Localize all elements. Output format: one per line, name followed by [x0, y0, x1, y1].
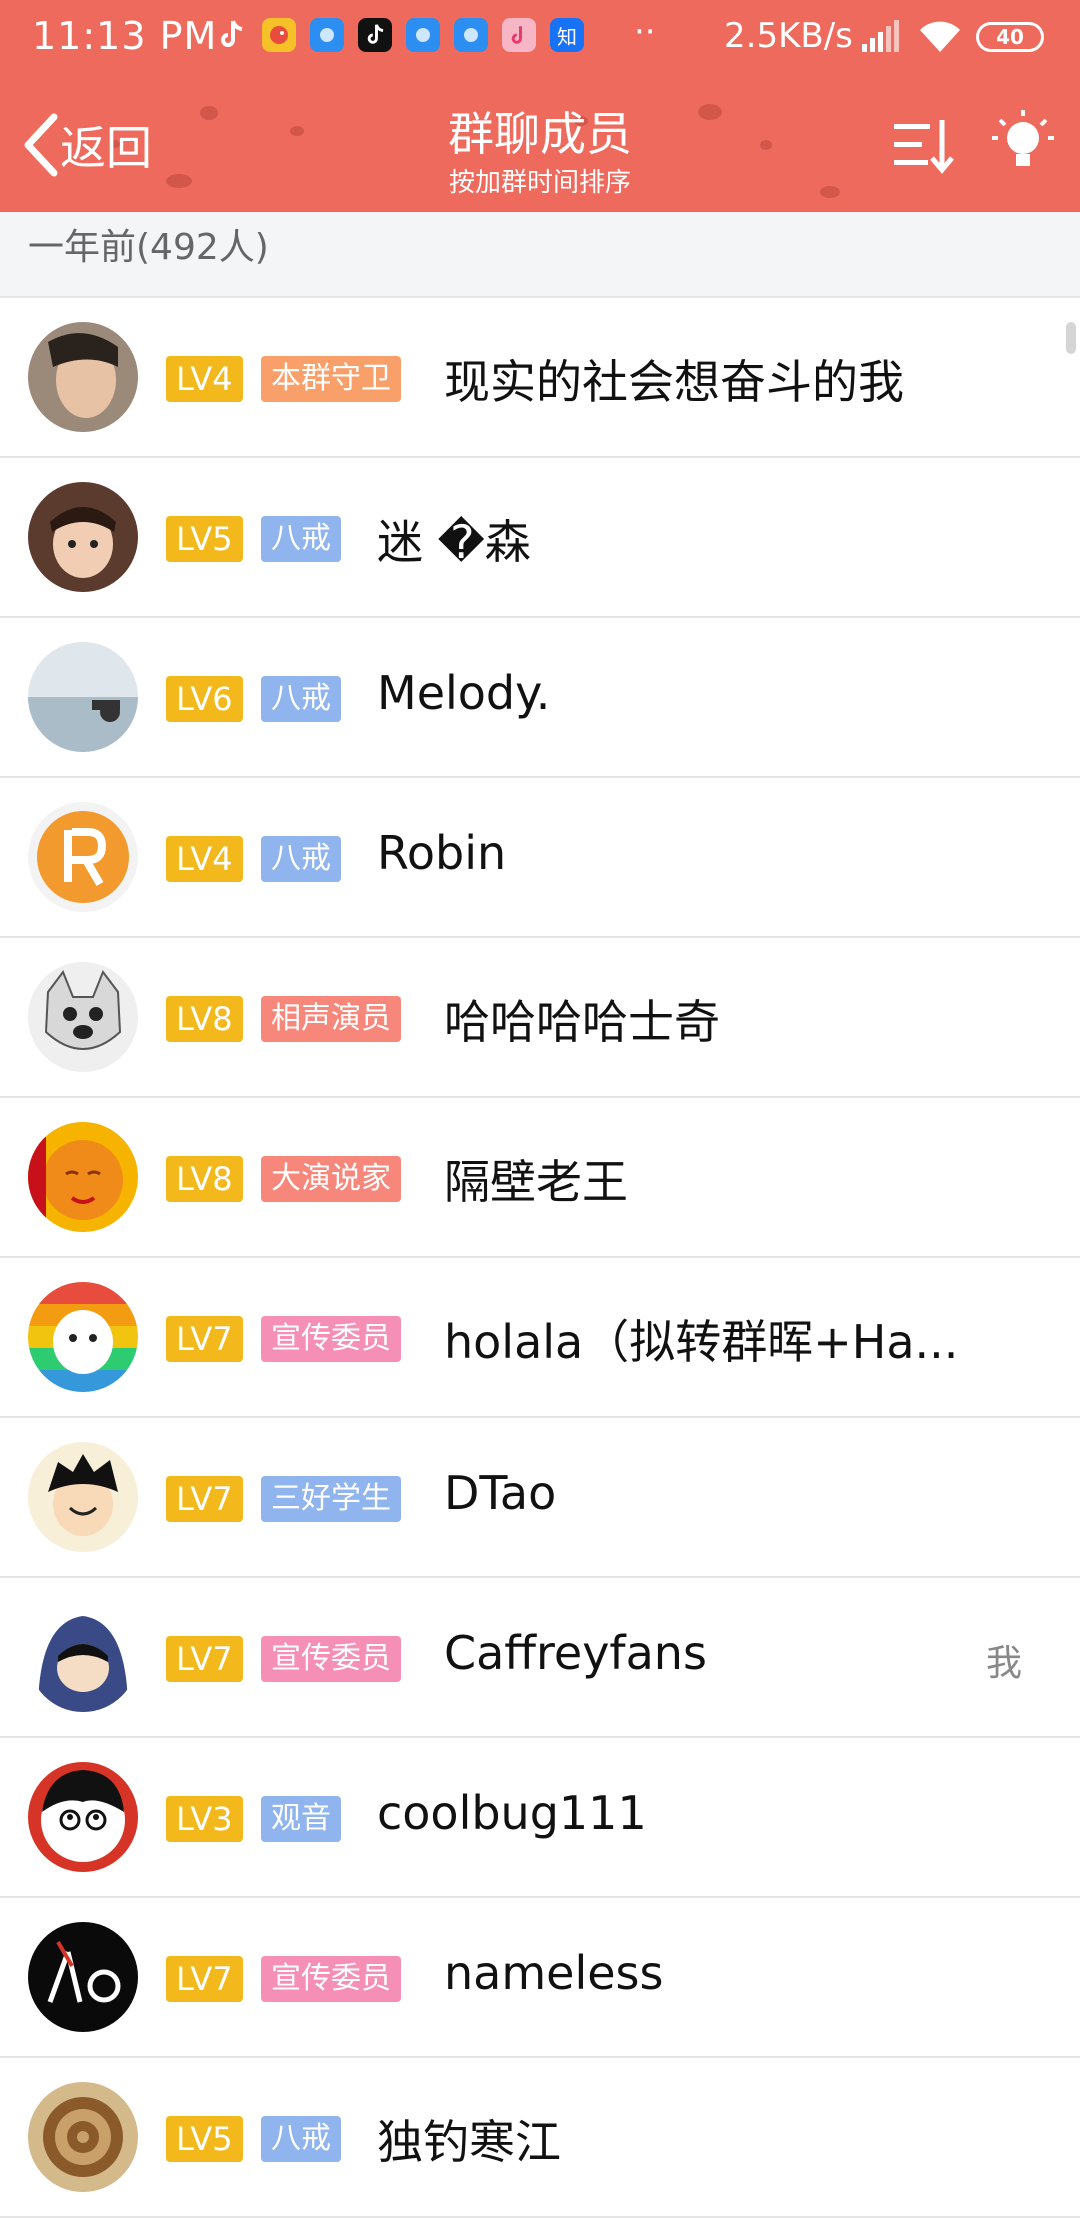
member-title-badge: 宣传委员 — [261, 1636, 401, 1682]
tiktok-icon — [214, 18, 248, 52]
zhihu-icon: 知 — [550, 18, 584, 52]
member-title-badge: 本群守卫 — [261, 356, 401, 402]
member-name: Melody. — [377, 666, 551, 720]
member-row[interactable]: LV8 相声演员 哈哈哈哈士奇 — [0, 938, 1080, 1098]
member-row[interactable]: LV5 八戒 独钓寒江 — [0, 2058, 1080, 2218]
blue-app-icon — [454, 18, 488, 52]
level-badge: LV4 — [166, 836, 243, 882]
member-name: DTao — [444, 1466, 557, 1520]
member-title-badge: 八戒 — [261, 836, 341, 882]
member-title-badge: 相声演员 — [261, 996, 401, 1042]
battery-indicator: 40 — [976, 22, 1044, 52]
lightbulb-icon[interactable] — [988, 106, 1058, 182]
status-time: 11:13 PM — [32, 14, 218, 58]
member-name: 迷 �森 — [377, 515, 531, 569]
level-badge: LV7 — [166, 1316, 243, 1362]
member-name: Robin — [377, 826, 507, 880]
avatar — [28, 642, 138, 752]
avatar — [28, 1122, 138, 1232]
member-row[interactable]: LV3 观音 coolbug111 — [0, 1738, 1080, 1898]
section-label: 一年前(492人) — [28, 227, 269, 268]
avatar — [28, 482, 138, 592]
member-title-badge: 宣传委员 — [261, 1956, 401, 2002]
member-title-badge: 八戒 — [261, 516, 341, 562]
member-title-badge: 观音 — [261, 1796, 341, 1842]
signal-icon — [862, 20, 899, 52]
member-row[interactable]: LV7 宣传委员 nameless — [0, 1898, 1080, 2058]
member-row[interactable]: LV8 大演说家 隔壁老王 — [0, 1098, 1080, 1258]
sort-icon[interactable] — [892, 116, 956, 176]
member-row[interactable]: LV6 八戒 Melody. — [0, 618, 1080, 778]
member-name: 哈哈哈哈士奇 — [444, 995, 720, 1049]
member-name: 独钓寒江 — [377, 2115, 561, 2169]
member-name: holala（拟转群晖+Ha... — [444, 1315, 959, 1369]
title-bar: 返回 群聊成员 按加群时间排序 — [0, 76, 1080, 212]
level-badge: LV7 — [166, 1476, 243, 1522]
level-badge: LV8 — [166, 996, 243, 1042]
section-header: 一年前(492人) — [0, 212, 1080, 298]
wifi-icon — [920, 21, 960, 52]
member-title-badge: 大演说家 — [261, 1156, 401, 1202]
level-badge: LV8 — [166, 1156, 243, 1202]
member-row[interactable]: LV7 三好学生 DTao — [0, 1418, 1080, 1578]
member-row[interactable]: LV7 宣传委员 Caffreyfans 我 — [0, 1578, 1080, 1738]
member-name: Caffreyfans — [444, 1626, 707, 1680]
level-badge: LV7 — [166, 1636, 243, 1682]
level-badge: LV7 — [166, 1956, 243, 2002]
member-name: nameless — [444, 1946, 664, 2000]
avatar — [28, 1762, 138, 1872]
blue-app-icon — [406, 18, 440, 52]
member-row[interactable]: LV4 本群守卫 现实的社会想奋斗的我 — [0, 298, 1080, 458]
member-name: 隔壁老王 — [444, 1155, 628, 1209]
level-badge: LV3 — [166, 1796, 243, 1842]
avatar — [28, 2082, 138, 2192]
avatar — [28, 1442, 138, 1552]
blue-app-icon — [310, 18, 344, 52]
avatar — [28, 802, 138, 912]
avatar — [28, 1602, 138, 1712]
member-title-badge: 三好学生 — [261, 1476, 401, 1522]
level-badge: LV5 — [166, 516, 243, 562]
notification-icons: 知 — [214, 18, 584, 52]
avatar — [28, 1282, 138, 1392]
avatar — [28, 322, 138, 432]
member-name: 现实的社会想奋斗的我 — [444, 355, 904, 409]
music-icon — [502, 18, 536, 52]
member-row[interactable]: LV7 宣传委员 holala（拟转群晖+Ha... — [0, 1258, 1080, 1418]
status-bar: 11:13 PM 知 ·· 2.5KB/s 40 — [0, 0, 1080, 76]
avatar — [28, 1922, 138, 2032]
member-title-badge: 八戒 — [261, 676, 341, 722]
network-speed: 2.5KB/s — [724, 16, 853, 56]
avatar — [28, 962, 138, 1072]
member-name: coolbug111 — [377, 1786, 647, 1840]
member-title-badge: 八戒 — [261, 2116, 341, 2162]
tiktok-icon — [358, 18, 392, 52]
level-badge: LV6 — [166, 676, 243, 722]
member-row[interactable]: LV4 八戒 Robin — [0, 778, 1080, 938]
level-badge: LV5 — [166, 2116, 243, 2162]
level-badge: LV4 — [166, 356, 243, 402]
bird-app-icon — [262, 18, 296, 52]
member-row[interactable]: LV5 八戒 迷 �森 — [0, 458, 1080, 618]
member-title-badge: 宣传委员 — [261, 1316, 401, 1362]
me-tag: 我 — [986, 1643, 1023, 1684]
more-notifications-dots: ·· — [634, 12, 656, 52]
